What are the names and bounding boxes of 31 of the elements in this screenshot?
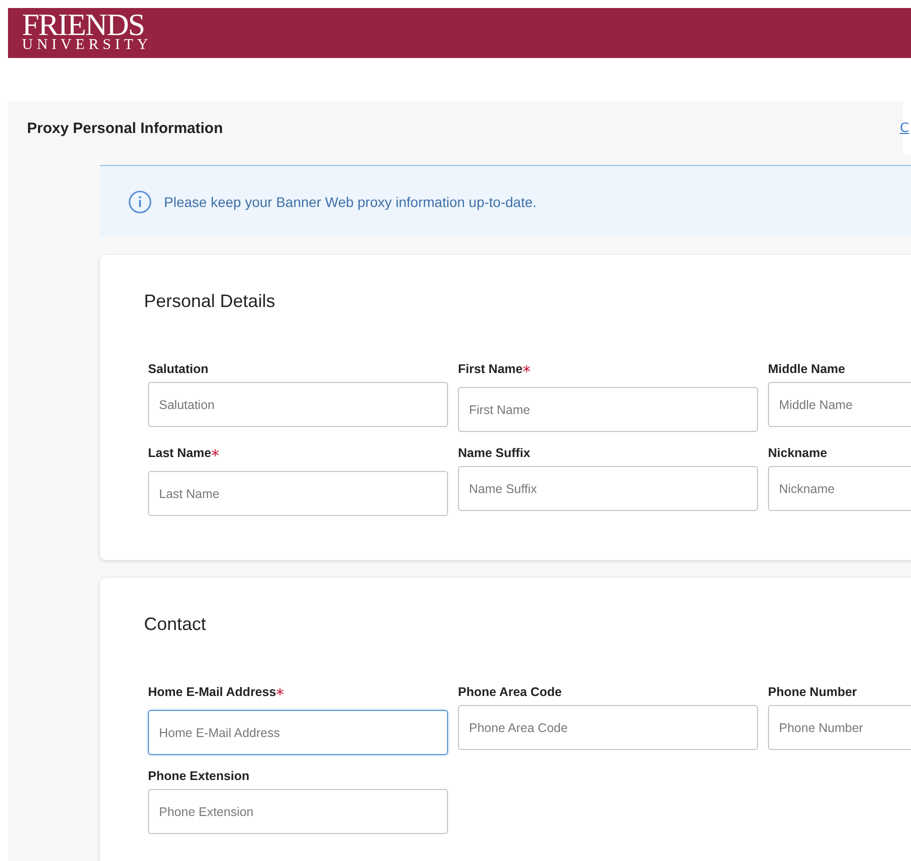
required-marker: *: [276, 685, 284, 704]
input-field[interactable]: Phone Area Code: [458, 705, 758, 750]
input-field[interactable]: Nickname: [768, 466, 911, 511]
required-marker: *: [522, 362, 531, 381]
field-label: Home E-Mail Address: [148, 685, 276, 699]
section-title: Contact: [144, 614, 208, 635]
page-title: Proxy Personal Information: [27, 120, 223, 136]
field-label: Last Name: [148, 446, 212, 460]
input-field[interactable]: Phone Extension: [148, 789, 448, 834]
input-field[interactable]: Last Name: [148, 471, 448, 516]
field-label: Middle Name: [768, 362, 846, 376]
required-marker: *: [211, 446, 220, 465]
input-field[interactable]: Middle Name: [768, 382, 911, 427]
input-field[interactable]: First Name: [458, 387, 758, 432]
field-label: Name Suffix: [458, 446, 530, 460]
field-label: Salutation: [148, 362, 208, 376]
field-label: Phone Extension: [148, 769, 250, 783]
field-label: Phone Area Code: [458, 685, 562, 699]
field-label: Nickname: [768, 446, 828, 460]
input-field[interactable]: Home E-Mail Address: [148, 710, 448, 755]
input-field[interactable]: Name Suffix: [458, 466, 758, 511]
section-title: Personal Details: [144, 291, 276, 312]
info-message: Please keep your Banner Web proxy information up-to-date.: [164, 194, 537, 210]
logo-title: FRIENDS: [22, 9, 144, 40]
input-field[interactable]: Salutation: [148, 382, 448, 427]
page-link[interactable]: C: [900, 120, 909, 136]
info-icon: [128, 190, 152, 214]
logo-subtitle: UNIVERSITY: [22, 38, 152, 53]
input-field[interactable]: Phone Number: [768, 705, 911, 750]
field-label: Phone Number: [768, 685, 857, 699]
field-label: First Name: [458, 362, 523, 376]
